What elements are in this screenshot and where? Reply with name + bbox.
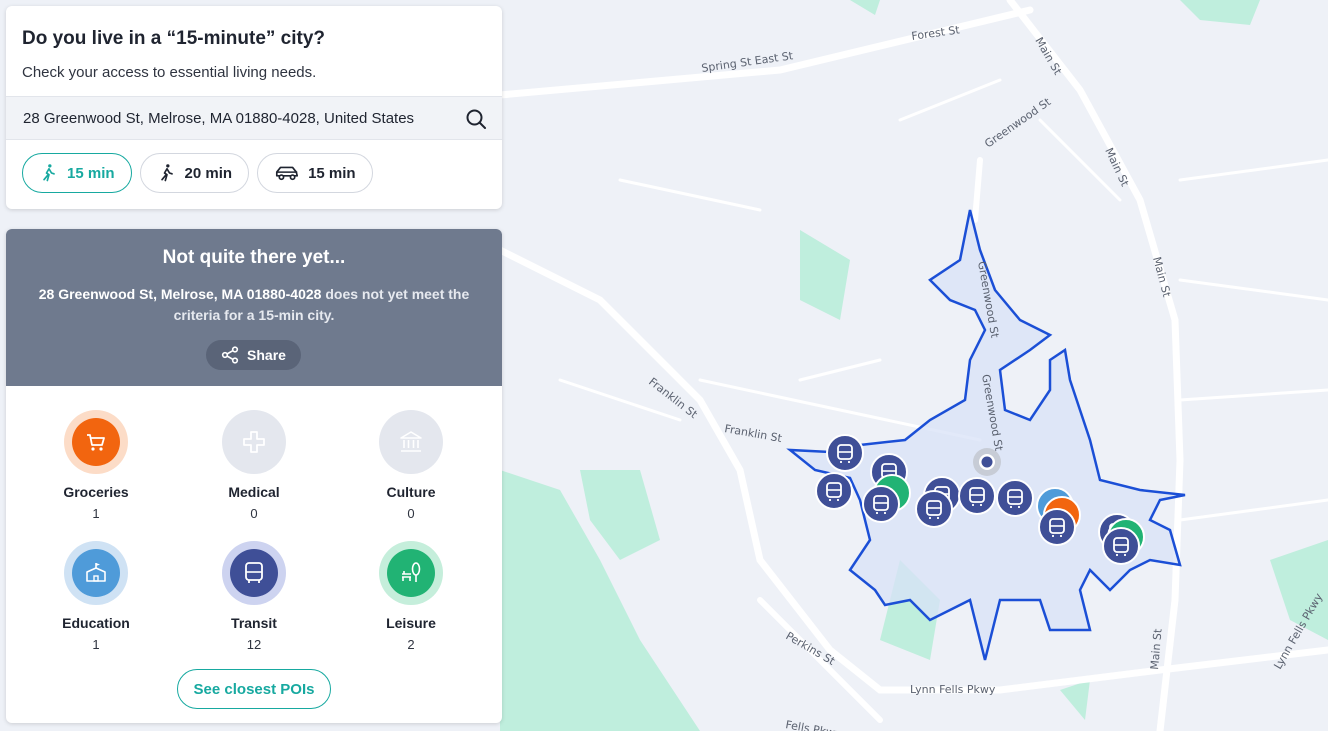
medical-cross-icon	[243, 431, 265, 453]
category-count: 12	[246, 637, 262, 652]
category-label: Medical	[228, 484, 280, 500]
park-icon	[402, 562, 421, 582]
transit-poi-marker[interactable]	[1102, 527, 1140, 565]
transit-poi-marker[interactable]	[815, 472, 853, 510]
see-closest-pois-button[interactable]: See closest POIs	[177, 669, 331, 709]
category-count: 0	[250, 506, 258, 521]
walk-icon	[43, 164, 55, 182]
cart-icon	[87, 434, 105, 451]
share-label: Share	[247, 347, 286, 363]
result-header: Not quite there yet... 28 Greenwood St, …	[6, 229, 502, 386]
category-count: 1	[92, 637, 100, 652]
share-icon	[221, 346, 239, 364]
school-icon	[86, 563, 106, 582]
mode-label: 15 min	[308, 164, 356, 182]
mode-walk-20-button[interactable]: 20 min	[139, 153, 250, 193]
category-culture[interactable]: Culture 0	[351, 410, 471, 521]
category-label: Leisure	[386, 615, 436, 631]
transit-poi-marker[interactable]	[826, 434, 864, 472]
address-search-bar[interactable]: 28 Greenwood St, Melrose, MA 01880-4028,…	[6, 96, 502, 140]
search-icon[interactable]	[464, 107, 488, 131]
category-groceries[interactable]: Groceries 1	[36, 410, 156, 521]
mode-label: 15 min	[67, 164, 115, 182]
category-count: 2	[407, 637, 415, 652]
page-title: Do you live in a “15-minute” city?	[22, 28, 326, 49]
share-button[interactable]: Share	[206, 340, 301, 370]
address-input[interactable]: 28 Greenwood St, Melrose, MA 01880-4028,…	[23, 110, 414, 127]
transit-poi-marker[interactable]	[915, 490, 953, 528]
result-heading: Not quite there yet...	[162, 247, 346, 268]
category-count: 1	[92, 506, 100, 521]
category-leisure[interactable]: Leisure 2	[351, 541, 471, 652]
category-label: Culture	[386, 484, 436, 500]
walk-icon	[160, 164, 173, 182]
mode-label: 20 min	[184, 164, 233, 182]
car-icon	[276, 166, 299, 181]
result-panel: Not quite there yet... 28 Greenwood St, …	[6, 229, 502, 723]
transit-poi-marker[interactable]	[862, 485, 900, 523]
street-label: Lynn Fells Pkwy	[910, 683, 996, 696]
home-location-marker[interactable]	[973, 448, 1001, 476]
category-count: 0	[407, 506, 415, 521]
result-address: 28 Greenwood St, Melrose, MA 01880-4028	[38, 286, 322, 302]
category-label: Groceries	[63, 484, 129, 500]
travel-mode-selector: 15 min 20 min 15 min	[22, 153, 373, 193]
search-panel: Do you live in a “15-minute” city? Check…	[6, 6, 502, 209]
category-medical[interactable]: Medical 0	[194, 410, 314, 521]
mode-car-15-button[interactable]: 15 min	[257, 153, 373, 193]
museum-icon	[400, 431, 422, 452]
result-message: 28 Greenwood St, Melrose, MA 01880-4028 …	[24, 284, 484, 326]
transit-poi-marker[interactable]	[958, 477, 996, 515]
category-education[interactable]: Education 1	[36, 541, 156, 652]
mode-walk-15-button[interactable]: 15 min	[22, 153, 132, 193]
page-subtitle: Check your access to essential living ne…	[22, 64, 317, 81]
category-label: Transit	[231, 615, 277, 631]
transit-poi-marker[interactable]	[996, 479, 1034, 517]
category-label: Education	[62, 615, 130, 631]
category-transit[interactable]: Transit 12	[194, 541, 314, 652]
transit-poi-marker[interactable]	[1038, 508, 1076, 546]
bus-icon	[245, 562, 263, 583]
